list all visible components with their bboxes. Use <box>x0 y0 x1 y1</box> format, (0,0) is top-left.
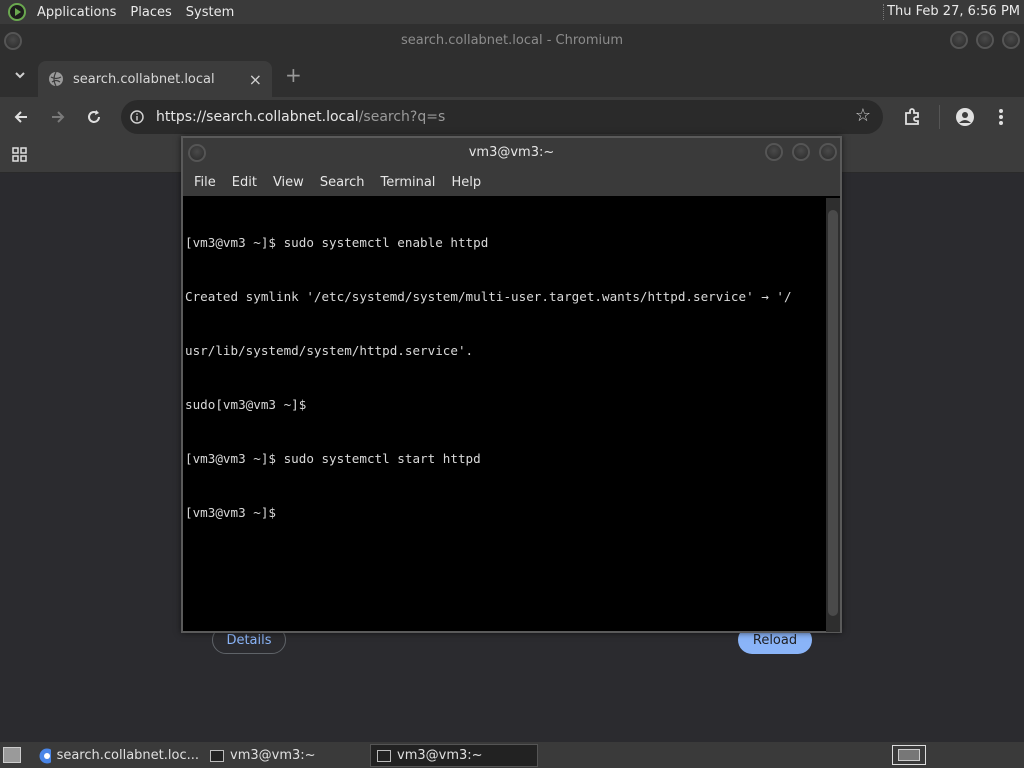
menu-terminal[interactable]: Terminal <box>373 175 444 190</box>
taskbar-item-terminal-2[interactable]: vm3@vm3:~ <box>370 744 538 767</box>
toolbar-divider <box>939 105 940 129</box>
browser-titlebar[interactable]: search.collabnet.local - Chromium <box>0 24 1024 57</box>
terminal-menubar: File Edit View Search Terminal Help <box>183 168 840 196</box>
clock[interactable]: Thu Feb 27, 6:56 PM <box>887 4 1020 19</box>
terminal-close-button[interactable] <box>819 143 837 161</box>
tab-search-chevron-icon[interactable] <box>14 69 26 81</box>
tab-close-icon[interactable]: × <box>249 70 262 89</box>
tab-title: search.collabnet.local <box>73 71 215 87</box>
menu-search[interactable]: Search <box>313 175 374 190</box>
maximize-button[interactable] <box>976 31 994 49</box>
menu-help[interactable]: Help <box>444 175 490 190</box>
menu-edit[interactable]: Edit <box>225 175 266 190</box>
reload-icon[interactable] <box>86 109 102 125</box>
extensions-puzzle-icon[interactable] <box>903 108 921 126</box>
window-menu-button[interactable] <box>4 32 22 50</box>
menu-view[interactable]: View <box>266 175 313 190</box>
browser-toolbar: https://search.collabnet.local/search?q=… <box>0 97 1024 137</box>
taskbar-label: vm3@vm3:~ <box>230 748 316 763</box>
taskbar-item-terminal-1[interactable]: vm3@vm3:~ <box>203 744 367 767</box>
taskbar-item-chromium[interactable]: search.collabnet.loc... <box>34 744 200 767</box>
profile-avatar-icon[interactable] <box>955 107 975 127</box>
applications-menu[interactable]: Applications <box>30 5 123 20</box>
terminal-output[interactable]: [vm3@vm3 ~]$ sudo systemctl enable httpd… <box>185 198 825 630</box>
terminal-line: usr/lib/systemd/system/httpd.service'. <box>185 343 474 358</box>
terminal-window[interactable]: vm3@vm3:~ File Edit View Search Terminal… <box>181 136 842 633</box>
site-info-icon[interactable] <box>130 110 144 124</box>
terminal-window-menu-button[interactable] <box>188 144 206 162</box>
taskbar-label: search.collabnet.loc... <box>56 748 199 763</box>
url-path: /search?q=s <box>358 109 446 125</box>
terminal-line: [vm3@vm3 ~]$ sudo systemctl start httpd <box>185 451 481 466</box>
applications-logo-icon[interactable] <box>8 3 26 21</box>
chromium-icon <box>39 748 51 763</box>
kebab-menu-icon[interactable] <box>997 107 1005 127</box>
terminal-maximize-button[interactable] <box>792 143 810 161</box>
apps-grid-icon[interactable] <box>12 147 28 163</box>
terminal-title: vm3@vm3:~ <box>468 145 555 160</box>
terminal-line: Created symlink '/etc/systemd/system/mul… <box>185 289 792 304</box>
terminal-minimize-button[interactable] <box>765 143 783 161</box>
terminal-titlebar[interactable]: vm3@vm3:~ <box>183 138 840 168</box>
top-panel: Applications Places System Thu Feb 27, 6… <box>0 0 1024 24</box>
url-host: https://search.collabnet.local <box>156 109 359 125</box>
address-bar[interactable]: https://search.collabnet.local/search?q=… <box>121 100 883 134</box>
show-desktop-icon[interactable] <box>3 747 21 763</box>
close-window-button[interactable] <box>1002 31 1020 49</box>
tab-search-collabnet[interactable]: search.collabnet.local × <box>38 61 272 97</box>
workspace-thumbnail <box>898 749 920 761</box>
taskbar-label: vm3@vm3:~ <box>397 748 483 763</box>
terminal-line: [vm3@vm3 ~]$ sudo systemctl enable httpd <box>185 235 489 250</box>
terminal-line: sudo[vm3@vm3 ~]$ <box>185 397 307 412</box>
terminal-scrollbar[interactable] <box>826 198 840 632</box>
minimize-button[interactable] <box>950 31 968 49</box>
terminal-scroll-thumb[interactable] <box>828 210 838 616</box>
workspace-switcher[interactable] <box>892 745 926 765</box>
back-arrow-icon[interactable] <box>13 109 29 125</box>
terminal-line: [vm3@vm3 ~]$ <box>185 505 276 520</box>
panel-separator <box>883 4 885 20</box>
browser-window-title: search.collabnet.local - Chromium <box>400 33 624 48</box>
terminal-icon <box>210 749 224 762</box>
new-tab-plus-icon[interactable]: + <box>285 63 302 87</box>
bottom-panel: search.collabnet.loc... vm3@vm3:~ vm3@vm… <box>0 742 1024 768</box>
forward-arrow-icon[interactable] <box>50 109 66 125</box>
terminal-icon <box>377 749 391 762</box>
system-menu[interactable]: System <box>179 5 241 20</box>
globe-icon <box>49 71 63 87</box>
places-menu[interactable]: Places <box>123 5 178 20</box>
menu-file[interactable]: File <box>187 175 225 190</box>
bookmark-star-icon[interactable]: ☆ <box>855 105 871 126</box>
tab-strip: search.collabnet.local × + <box>0 57 1024 97</box>
